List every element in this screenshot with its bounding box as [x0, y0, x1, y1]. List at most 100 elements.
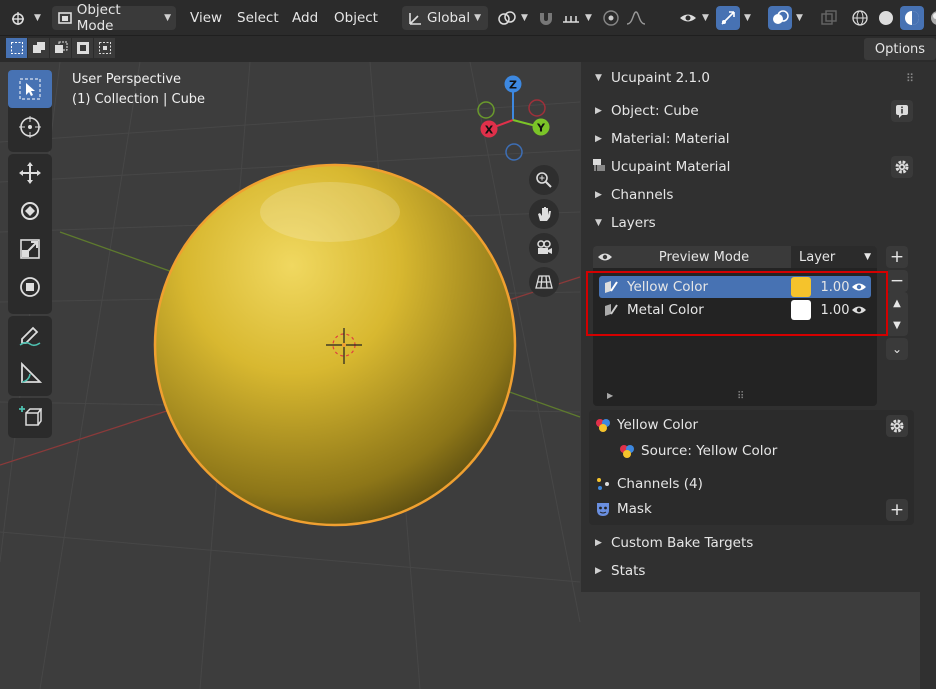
- remove-layer-button[interactable]: −: [886, 270, 908, 292]
- chevron-down-icon: ▼: [585, 13, 592, 23]
- layer-mask-row[interactable]: Mask: [595, 496, 934, 522]
- proportional-edit-toggle[interactable]: [602, 6, 620, 30]
- visibility-dropdown[interactable]: ▼: [678, 6, 709, 30]
- ucupaint-header[interactable]: ▼ Ucupaint 2.1.0 ⠿: [581, 65, 920, 91]
- select-invert-icon: [76, 42, 89, 54]
- transform-tool[interactable]: [8, 268, 52, 306]
- viewport-header: ▼ Object Mode ▼ View Select Add Object G…: [0, 0, 936, 36]
- select-intersect-icon: [98, 42, 111, 54]
- select-invert-button[interactable]: [72, 38, 94, 58]
- y-axis-label: Y: [536, 122, 546, 135]
- sidebar-tab-strip[interactable]: [920, 62, 936, 689]
- mask-icon: [597, 503, 609, 516]
- select-subtract-button[interactable]: [50, 38, 72, 58]
- move-layer-up-button[interactable]: ▲: [886, 292, 908, 314]
- drag-handle-icon[interactable]: ⠿: [906, 72, 914, 85]
- panel-custom-bake-targets[interactable]: ▶ Custom Bake Targets: [581, 530, 920, 556]
- move-layer-down-button[interactable]: ▼: [886, 314, 908, 336]
- select-box-tool[interactable]: [8, 70, 52, 108]
- panel-channels[interactable]: ▶ Channels: [581, 182, 920, 208]
- grid-perspective-icon: [535, 275, 553, 289]
- info-button[interactable]: [891, 100, 913, 122]
- scale-tool[interactable]: [8, 230, 52, 268]
- add-cube-tool[interactable]: [8, 398, 52, 436]
- xray-toggle[interactable]: [820, 6, 838, 30]
- rendered-shading-button[interactable]: [926, 6, 936, 30]
- menu-view[interactable]: View: [190, 6, 222, 30]
- list-resize-handle-icon[interactable]: ⠿: [737, 391, 744, 402]
- zoom-icon: [536, 172, 552, 188]
- xray-icon: [821, 10, 837, 25]
- menu-select[interactable]: Select: [237, 6, 279, 30]
- zoom-button[interactable]: [529, 165, 559, 195]
- material-settings-button[interactable]: [891, 156, 913, 178]
- expand-triangle-icon: ▶: [595, 190, 602, 200]
- panel-custom-bake-label: Custom Bake Targets: [611, 535, 754, 551]
- orientation-dropdown[interactable]: Global ▼: [402, 6, 488, 30]
- mode-dropdown[interactable]: Object Mode ▼: [52, 2, 176, 34]
- info-icon: [896, 105, 908, 118]
- menu-add[interactable]: Add: [292, 6, 318, 30]
- select-extend-button[interactable]: [28, 38, 50, 58]
- rotate-icon: [21, 202, 39, 220]
- layer-menu-button[interactable]: ⌄: [886, 338, 908, 360]
- view-perspective-label: User Perspective: [72, 72, 182, 87]
- editor-type-button[interactable]: ▼: [10, 6, 41, 30]
- panel-title: Ucupaint 2.1.0: [611, 70, 710, 86]
- add-mask-button[interactable]: +: [886, 499, 908, 521]
- annotate-tool[interactable]: [8, 316, 52, 354]
- panel-object[interactable]: ▶ Object: Cube: [581, 98, 920, 124]
- viewport-info: User Perspective (1) Collection | Cube: [72, 70, 205, 110]
- pivot-dropdown[interactable]: ▼: [497, 6, 528, 30]
- measure-tool[interactable]: [8, 354, 52, 392]
- arrow-down-icon: ▼: [893, 319, 901, 331]
- gear-icon: [895, 160, 909, 174]
- layer-settings-button[interactable]: [886, 415, 908, 437]
- preview-eye-icon[interactable]: [593, 251, 617, 263]
- select-new-button[interactable]: [6, 38, 28, 58]
- shading-mode-group: [848, 6, 936, 30]
- options-button[interactable]: Options: [864, 38, 936, 60]
- overlays-toggle[interactable]: ▼: [768, 6, 803, 30]
- layer-channels-row[interactable]: Channels (4): [595, 471, 934, 497]
- select-intersect-button[interactable]: [94, 38, 116, 58]
- move-tool[interactable]: [8, 154, 52, 192]
- highlight-box: [586, 271, 888, 336]
- gizmo-toggle-active: [716, 6, 740, 30]
- material-preview-button[interactable]: [900, 6, 924, 30]
- layer-detail-header[interactable]: Yellow Color: [595, 412, 934, 438]
- gizmo-toggle[interactable]: ▼: [716, 6, 751, 30]
- node-tree-icon: [591, 157, 607, 177]
- neg-y-axis-icon: [477, 101, 495, 119]
- select-extend-icon: [32, 42, 45, 53]
- navigation-gizmo[interactable]: Z X Y: [470, 72, 560, 164]
- layer-source-label: Source: Yellow Color: [641, 443, 778, 459]
- transform-orientation-icon: [409, 13, 421, 25]
- toolbar-transform-group: [8, 154, 52, 314]
- falloff-dropdown[interactable]: [625, 6, 647, 30]
- camera-view-button[interactable]: [529, 233, 559, 263]
- panel-material[interactable]: ▶ Material: Material: [581, 126, 920, 152]
- layer-source-row[interactable]: Source: Yellow Color: [619, 438, 936, 464]
- panel-stats[interactable]: ▶ Stats: [581, 558, 920, 584]
- panel-layers[interactable]: ▼ Layers: [581, 210, 920, 236]
- panel-ucupaint-material[interactable]: Ucupaint Material: [581, 154, 920, 180]
- wireframe-shading-button[interactable]: [848, 6, 872, 30]
- snap-toggle[interactable]: [537, 6, 555, 30]
- sphere-highlight: [260, 182, 400, 242]
- add-layer-button[interactable]: +: [886, 246, 908, 268]
- arrow-up-icon: ▲: [893, 297, 901, 309]
- tool-header: [0, 36, 936, 62]
- menu-object[interactable]: Object: [334, 6, 378, 30]
- preview-mode-button[interactable]: Preview Mode: [617, 250, 791, 265]
- pan-button[interactable]: [529, 199, 559, 229]
- perspective-toggle-button[interactable]: [529, 267, 559, 297]
- layer-type-dropdown[interactable]: Layer ▼: [791, 246, 877, 268]
- list-filter-triangle-icon[interactable]: ▶: [607, 391, 613, 400]
- chevron-down-icon: ▼: [744, 13, 751, 23]
- snap-target-dropdown[interactable]: ▼: [561, 6, 592, 30]
- layer-channels-label: Channels (4): [617, 476, 703, 492]
- solid-shading-button[interactable]: [874, 6, 898, 30]
- rotate-tool[interactable]: [8, 192, 52, 230]
- cursor-tool[interactable]: [8, 108, 52, 146]
